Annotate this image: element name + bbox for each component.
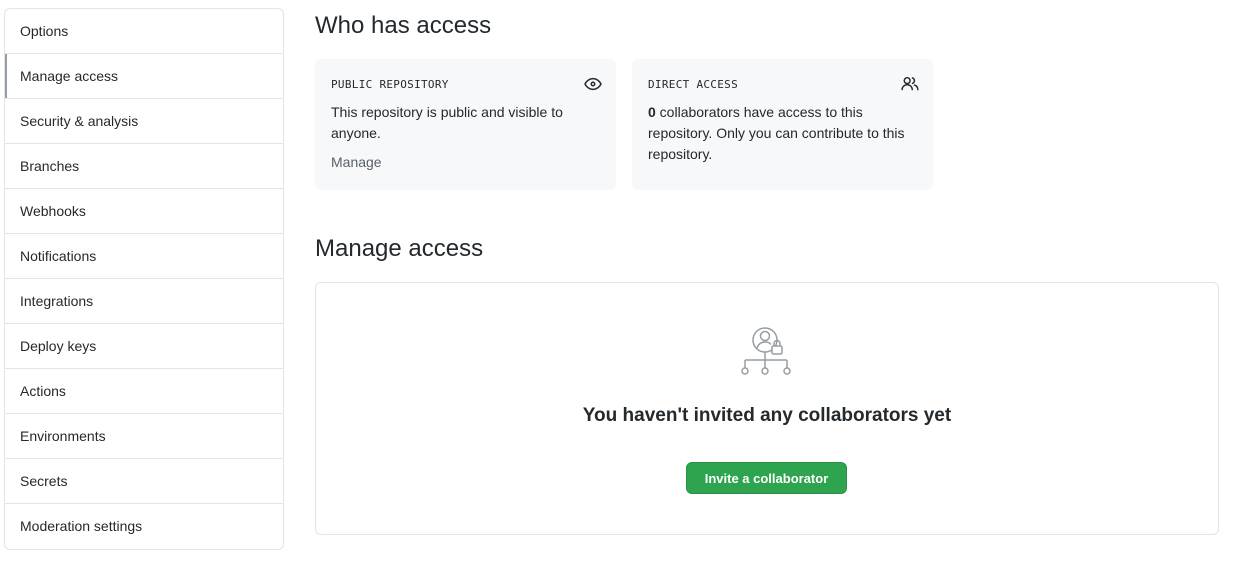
sidebar-item-label: Options — [20, 23, 69, 39]
collaborators-lock-icon — [741, 327, 791, 375]
sidebar-item-manage-access[interactable]: Manage access — [5, 54, 283, 99]
sidebar-item-moderation-settings[interactable]: Moderation settings — [5, 504, 283, 549]
public-repository-card: PUBLIC REPOSITORY This repository is pub… — [315, 59, 616, 190]
manage-visibility-link[interactable]: Manage — [331, 154, 382, 170]
public-repository-description: This repository is public and visible to… — [331, 104, 563, 141]
collaborator-count: 0 — [648, 104, 656, 120]
sidebar-item-label: Secrets — [20, 473, 68, 489]
who-has-access-title: Who has access — [315, 12, 492, 39]
direct-access-description: 0 collaborators have access to this repo… — [648, 102, 917, 165]
sidebar-item-label: Security & analysis — [20, 113, 139, 129]
sidebar-item-security-analysis[interactable]: Security & analysis — [5, 99, 283, 144]
direct-access-text: collaborators have access to this reposi… — [648, 104, 905, 162]
sidebar-item-secrets[interactable]: Secrets — [5, 459, 283, 504]
sidebar-item-label: Deploy keys — [20, 338, 97, 354]
direct-access-label: DIRECT ACCESS — [648, 78, 738, 91]
sidebar-item-integrations[interactable]: Integrations — [5, 279, 283, 324]
settings-sidebar: Options Manage access Security & analysi… — [4, 8, 284, 550]
sidebar-item-actions[interactable]: Actions — [5, 369, 283, 414]
sidebar-item-notifications[interactable]: Notifications — [5, 234, 283, 279]
eye-icon — [584, 77, 602, 91]
sidebar-item-options[interactable]: Options — [5, 9, 283, 54]
public-repository-label: PUBLIC REPOSITORY — [331, 78, 449, 91]
sidebar-item-label: Branches — [20, 158, 80, 174]
sidebar-item-label: Environments — [20, 428, 106, 444]
invite-collaborator-button[interactable]: Invite a collaborator — [686, 462, 847, 494]
sidebar-item-label: Notifications — [20, 248, 97, 264]
sidebar-item-environments[interactable]: Environments — [5, 414, 283, 459]
sidebar-item-label: Manage access — [20, 68, 119, 84]
manage-access-box: You haven't invited any collaborators ye… — [315, 282, 1219, 535]
sidebar-item-label: Integrations — [20, 293, 94, 309]
sidebar-item-webhooks[interactable]: Webhooks — [5, 189, 283, 234]
manage-access-title: Manage access — [315, 235, 484, 262]
direct-access-card: DIRECT ACCESS 0 collaborators have acces… — [632, 59, 933, 190]
empty-state-heading: You haven't invited any collaborators ye… — [582, 405, 952, 426]
sidebar-item-label: Actions — [20, 383, 66, 399]
sidebar-item-label: Webhooks — [20, 203, 86, 219]
people-icon — [901, 76, 919, 91]
sidebar-item-label: Moderation settings — [20, 518, 143, 534]
sidebar-item-branches[interactable]: Branches — [5, 144, 283, 189]
sidebar-item-deploy-keys[interactable]: Deploy keys — [5, 324, 283, 369]
